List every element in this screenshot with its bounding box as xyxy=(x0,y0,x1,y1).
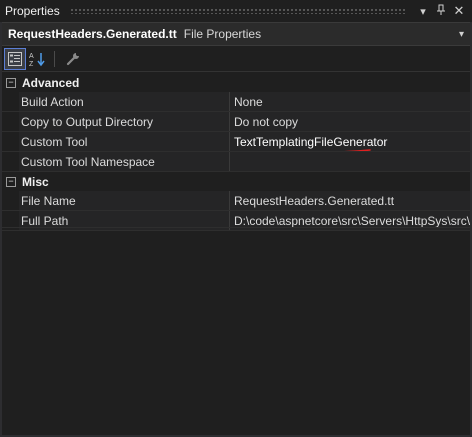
description-area xyxy=(2,227,470,434)
category-advanced[interactable]: − Advanced xyxy=(2,73,470,92)
categorized-icon xyxy=(8,52,22,66)
pin-icon[interactable] xyxy=(432,4,450,19)
toolbar-separator xyxy=(54,51,55,67)
chevron-down-icon[interactable]: ▾ xyxy=(459,29,464,40)
row-margin xyxy=(2,92,19,111)
window-options-dropdown-icon[interactable]: ▾ xyxy=(414,5,432,18)
categorized-button[interactable] xyxy=(4,48,26,70)
window-title: Properties xyxy=(5,4,60,18)
svg-text:A: A xyxy=(29,53,34,60)
row-margin xyxy=(2,152,19,171)
property-name: Custom Tool Namespace xyxy=(19,152,230,171)
selected-object-name: RequestHeaders.Generated.tt xyxy=(8,27,177,41)
property-row-custom-tool[interactable]: Custom Tool TextTemplatingFileGenerator xyxy=(2,132,470,152)
tool-window-titlebar[interactable]: Properties ▾ ✕ xyxy=(0,0,472,22)
wrench-icon xyxy=(66,53,79,66)
row-margin xyxy=(2,132,19,151)
property-row-copy-to-output[interactable]: Copy to Output Directory Do not copy xyxy=(2,112,470,132)
row-margin xyxy=(2,112,19,131)
property-name: Custom Tool xyxy=(19,132,230,151)
property-grid: − Advanced Build Action None Copy to Out… xyxy=(2,73,470,231)
property-value[interactable]: RequestHeaders.Generated.tt xyxy=(230,191,470,210)
object-selector[interactable]: RequestHeaders.Generated.tt File Propert… xyxy=(2,22,470,46)
category-label: Misc xyxy=(22,174,49,189)
property-row-file-name[interactable]: File Name RequestHeaders.Generated.tt xyxy=(2,191,470,211)
property-row-build-action[interactable]: Build Action None xyxy=(2,92,470,112)
category-label: Advanced xyxy=(22,75,80,90)
alphabetical-icon: A Z xyxy=(29,53,45,67)
properties-toolbar: A Z xyxy=(2,47,470,72)
svg-text:Z: Z xyxy=(29,61,34,67)
row-margin xyxy=(2,191,19,210)
selected-object-type: File Properties xyxy=(183,27,262,41)
property-value[interactable]: Do not copy xyxy=(230,112,470,131)
alphabetical-button[interactable]: A Z xyxy=(28,49,48,69)
custom-tool-value-wrap: TextTemplatingFileGenerator xyxy=(234,134,388,151)
property-name: Build Action xyxy=(19,92,230,111)
property-row-custom-tool-namespace[interactable]: Custom Tool Namespace xyxy=(2,152,470,172)
category-misc[interactable]: − Misc xyxy=(2,172,470,191)
drag-grip[interactable] xyxy=(69,8,406,14)
property-value[interactable]: None xyxy=(230,92,470,111)
close-icon[interactable]: ✕ xyxy=(450,3,468,19)
red-underline-annotation xyxy=(335,148,371,151)
pin-glyph xyxy=(437,4,445,15)
property-name: File Name xyxy=(19,191,230,210)
property-name: Copy to Output Directory xyxy=(19,112,230,131)
custom-tool-value: TextTemplatingFileGenerator xyxy=(234,134,388,149)
collapse-icon[interactable]: − xyxy=(6,77,16,88)
property-value[interactable]: TextTemplatingFileGenerator xyxy=(230,132,470,151)
property-value[interactable] xyxy=(230,152,470,171)
collapse-icon[interactable]: − xyxy=(6,176,16,187)
property-pages-button[interactable] xyxy=(63,49,83,69)
